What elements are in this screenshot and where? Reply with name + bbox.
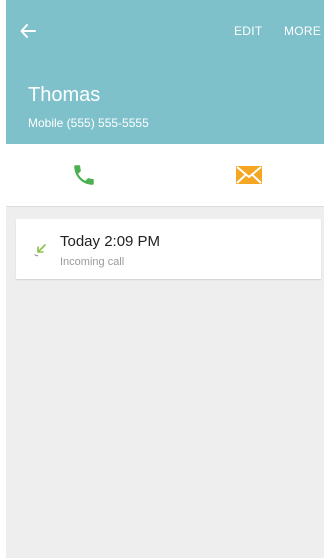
incoming-call-icon (34, 244, 46, 257)
contact-name: Thomas (28, 84, 101, 106)
contact-detail-screen: EDIT MORE Thomas Mobile (555) 555-5555 T… (6, 0, 324, 558)
edit-button[interactable]: EDIT (234, 24, 263, 38)
phone-icon (74, 165, 94, 185)
arrow-left-icon (20, 24, 36, 38)
call-type: Incoming call (60, 256, 125, 268)
more-button[interactable]: MORE (284, 24, 321, 38)
message-button[interactable] (234, 163, 264, 187)
frame: EDIT MORE Thomas Mobile (555) 555-5555 T… (0, 0, 330, 558)
contact-number: Mobile (555) 555-5555 (28, 116, 149, 130)
contact-actions-bar (6, 144, 324, 207)
call-history-item[interactable]: Today 2:09 PM Incoming call (16, 219, 321, 279)
call-button[interactable] (70, 161, 98, 189)
envelope-icon (236, 166, 262, 184)
contact-header: EDIT MORE Thomas Mobile (555) 555-5555 (6, 0, 324, 144)
back-button[interactable] (16, 19, 40, 43)
call-time: Today 2:09 PM (60, 233, 161, 250)
